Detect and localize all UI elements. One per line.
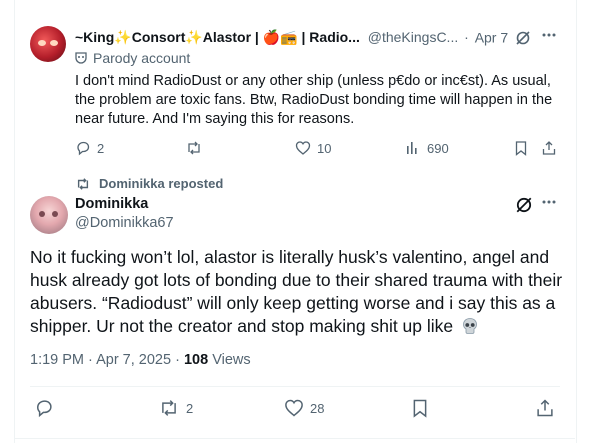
share-button[interactable] (541, 140, 557, 156)
reply-button[interactable] (34, 398, 54, 418)
repost-button[interactable] (185, 140, 203, 156)
reply-count: 2 (97, 140, 105, 156)
bookmark-icon (515, 141, 527, 156)
repost-button[interactable]: 2 (158, 398, 193, 418)
like-count: 10 (317, 140, 332, 156)
share-icon (537, 399, 553, 417)
separator-dot: · (464, 29, 469, 46)
views-count: 690 (427, 140, 449, 156)
tweet-bottom-border (14, 438, 575, 439)
views-icon (407, 142, 417, 154)
repost-indicator[interactable]: Dominikka reposted (75, 176, 223, 191)
mask-icon (75, 51, 87, 64)
parent-tweet-header: ~King✨Consort✨Alastor | 🍎📻 | Radio... @t… (75, 28, 545, 48)
repost-icon (188, 141, 200, 155)
reply-button[interactable]: 2 (75, 140, 104, 156)
reply-icon (36, 400, 52, 418)
parent-tweet-actions: 2 10 690 (75, 140, 565, 160)
parent-author-name[interactable]: ~King✨Consort✨Alastor | 🍎📻 | Radio... (75, 29, 360, 46)
parody-account-label: Parody account (75, 50, 190, 66)
main-author-avatar[interactable] (30, 196, 68, 234)
repost-icon (162, 400, 176, 416)
heart-icon (295, 141, 311, 155)
parent-author-avatar[interactable] (30, 26, 66, 62)
bookmark-button[interactable] (513, 140, 529, 156)
reply-icon (77, 141, 90, 156)
more-options-icon[interactable] (541, 193, 557, 211)
heart-icon (285, 399, 303, 417)
parent-author-handle[interactable]: @theKingsC... (368, 29, 458, 45)
more-options-icon[interactable] (541, 26, 557, 44)
main-author-name[interactable]: Dominikka (75, 196, 148, 212)
share-icon (542, 141, 556, 155)
repost-icon (77, 177, 89, 190)
repost-text: Dominikka reposted (99, 176, 224, 191)
like-button[interactable]: 10 (295, 140, 331, 156)
main-tweet-body: No it fucking won’t lol, alastor is lite… (30, 247, 563, 336)
repost-count: 2 (186, 400, 194, 416)
tweet-timestamp[interactable]: 1:19 PM · Apr 7, 2025 · (30, 352, 180, 368)
parody-label-text: Parody account (93, 50, 191, 66)
main-tweet-text: No it fucking won’t lol, alastor is lite… (30, 246, 565, 338)
grok-icon[interactable] (515, 196, 533, 214)
tweet-meta: 1:19 PM · Apr 7, 2025 · 108 Views (30, 352, 251, 368)
like-count: 28 (310, 400, 325, 416)
bookmark-icon (413, 399, 427, 418)
grok-icon[interactable] (515, 29, 531, 47)
parent-tweet-text: I don't mind RadioDust or any other ship… (75, 73, 553, 127)
share-button[interactable] (535, 398, 555, 418)
tweet-views-label: Views (212, 352, 251, 368)
like-button[interactable]: 28 (284, 398, 324, 418)
views-button[interactable]: 690 (405, 140, 449, 156)
main-tweet-actions: 2 28 (30, 398, 560, 422)
main-author-handle[interactable]: @Dominikka67 (75, 215, 174, 231)
tweet-views-count: 108 (183, 352, 209, 368)
parent-tweet-date[interactable]: Apr 7 (475, 29, 508, 45)
skull-emoji-icon (461, 317, 479, 335)
bookmark-button[interactable] (410, 398, 430, 418)
divider (30, 386, 560, 387)
